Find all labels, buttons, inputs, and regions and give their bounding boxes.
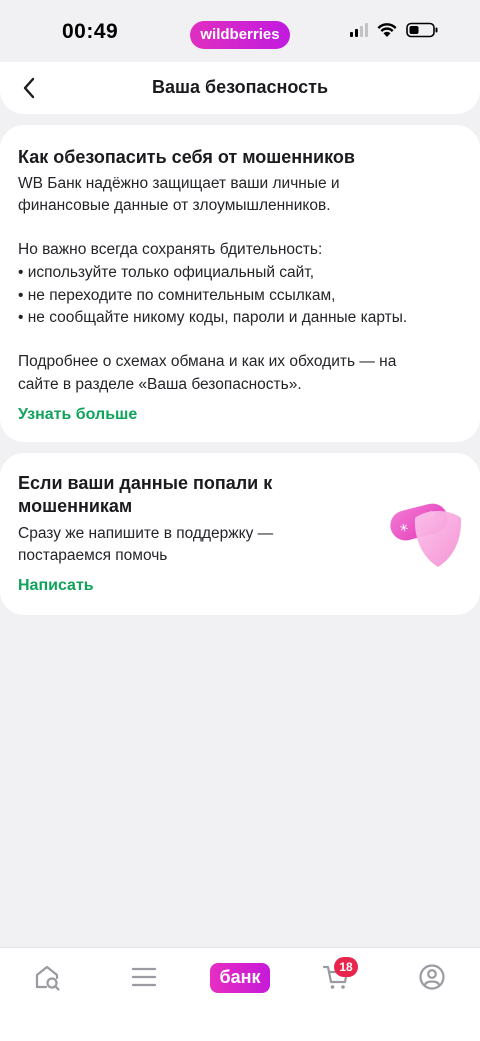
nav-catalog[interactable] — [124, 962, 164, 992]
battery-icon — [406, 22, 438, 38]
status-icons — [350, 22, 438, 38]
brand-logo: wildberries — [190, 21, 290, 49]
status-time: 00:49 — [62, 20, 119, 43]
card-text-line: Подробнее о схемах обмана и как их обход… — [18, 353, 397, 370]
card-text-line: • не переходите по сомнительным ссылкам, — [18, 287, 336, 304]
card-title-line: Если ваши данные попали к — [18, 473, 273, 493]
card-text-line: финансовые данные от злоумышленников. — [18, 197, 331, 214]
page-title: Ваша безопасность — [151, 77, 329, 97]
signal-icon — [350, 23, 368, 37]
card-text-line: • не сообщайте никому коды, пароли и дан… — [18, 309, 408, 326]
page-header: Ваша безопасность — [0, 62, 480, 114]
card-text-line: сайте в разделе «Ваша безопасность». — [18, 376, 302, 393]
home-search-icon — [35, 965, 60, 991]
bottom-navigation: банк — [0, 947, 480, 1041]
card-text-line: постараемся помочь — [18, 547, 168, 564]
card-title: Как обезопасить себя от мошенников — [18, 147, 355, 167]
status-bar: 00:49 wildberries — [0, 0, 480, 64]
menu-icon — [131, 967, 157, 987]
card-text-line: • используйте только официальный сайт, — [18, 264, 315, 281]
nav-home[interactable] — [27, 962, 67, 992]
learn-more-link[interactable]: Узнать больше — [18, 406, 137, 424]
card-text-line: Но важно всегда сохранять бдительность: — [18, 241, 323, 258]
protection-tips-card: Как обезопасить себя от мошенников WB Ба… — [0, 125, 480, 442]
write-support-link[interactable]: Написать — [18, 577, 94, 595]
nav-profile[interactable] — [412, 962, 452, 992]
card-text-line: Сразу же напишите в поддержку — — [18, 525, 274, 542]
card-title-line: мошенникам — [18, 496, 133, 516]
shield-password-icon: * * — [390, 503, 462, 567]
card-text-line: WB Банк надёжно защищает ваши личные и — [18, 175, 340, 192]
wifi-icon — [377, 23, 397, 37]
profile-icon — [419, 964, 445, 990]
cart-count-badge: 18 — [334, 957, 358, 977]
support-card: Если ваши данные попали к мошенникам Сра… — [0, 453, 480, 615]
nav-bank[interactable]: банк — [210, 963, 270, 993]
